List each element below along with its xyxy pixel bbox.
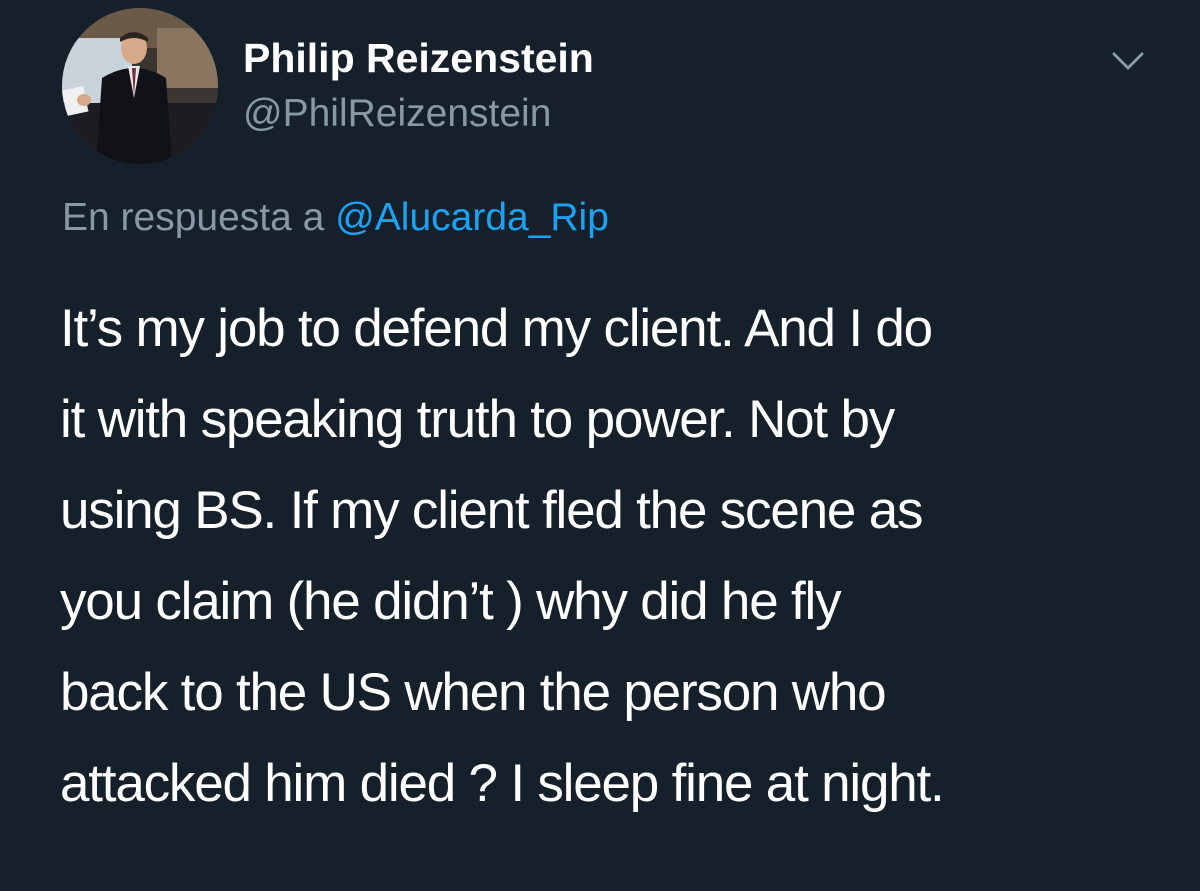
tweet: Philip Reizenstein @PhilReizenstein En r… — [0, 0, 1200, 891]
tweet-text-line: back to the US when the person who — [60, 663, 887, 722]
avatar[interactable] — [62, 8, 218, 164]
tweet-text-line: attacked him died ? I sleep fine at nigh… — [60, 754, 945, 813]
reply-context: En respuesta a @Alucarda_Rip — [62, 190, 609, 246]
avatar-photo — [62, 8, 218, 164]
reply-mention-link[interactable]: @Alucarda_Rip — [335, 196, 609, 239]
tweet-text-line: It’s my job to defend my client. And I d… — [60, 299, 933, 358]
tweet-text-line: it with speaking truth to power. Not by — [60, 390, 895, 449]
display-name[interactable]: Philip Reizenstein — [243, 32, 594, 84]
tweet-text-line: using BS. If my client fled the scene as — [60, 481, 923, 540]
author-block[interactable]: Philip Reizenstein @PhilReizenstein — [243, 32, 594, 140]
tweet-text: It’s my job to defend my client. And I d… — [60, 283, 1160, 829]
chevron-down-icon[interactable] — [1110, 48, 1146, 76]
user-handle[interactable]: @PhilReizenstein — [243, 88, 594, 140]
reply-prefix: En respuesta a — [62, 196, 325, 239]
tweet-text-line: you claim (he didn’t ) why did he fly — [60, 572, 842, 631]
